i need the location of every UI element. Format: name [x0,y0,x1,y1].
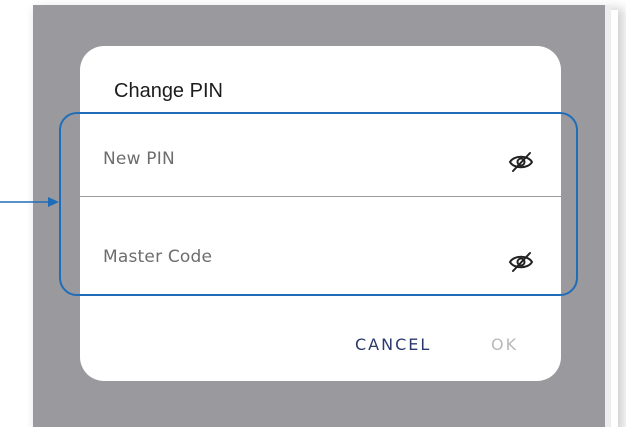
screen-edge [605,5,611,427]
ok-button[interactable]: OK [491,335,518,354]
callout-arrow-icon [0,197,59,207]
dialog-title: Change PIN [114,80,223,102]
fields-highlight-callout [59,112,578,296]
cancel-button[interactable]: CANCEL [355,335,431,354]
